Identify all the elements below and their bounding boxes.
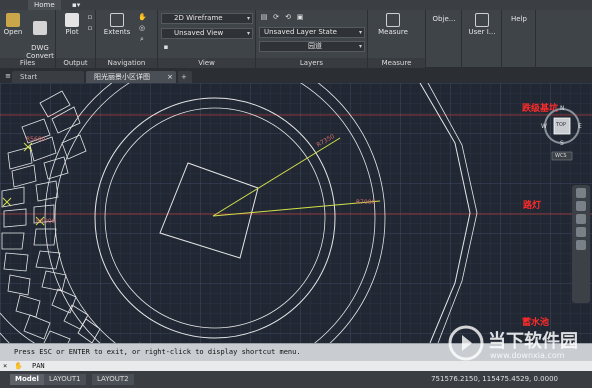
status-bar: Model LAYOUT1 LAYOUT2 751576.2150, 11547… xyxy=(0,371,592,388)
close-icon[interactable]: × xyxy=(167,71,173,83)
layer-properties-icon[interactable]: ▤ xyxy=(260,13,268,21)
wcs-menu[interactable]: WCS xyxy=(555,153,567,159)
preview-icon[interactable]: ▫ xyxy=(86,13,94,21)
dwg-convert-button[interactable]: DWG Convert xyxy=(26,13,54,60)
layer-state-select[interactable]: Unsaved Layer State ▾ xyxy=(259,27,365,38)
windows-icon xyxy=(475,13,489,27)
panel-title-measure: Measure xyxy=(368,58,425,68)
close-icon[interactable]: × xyxy=(3,362,7,370)
file-tab-start[interactable]: Start xyxy=(12,71,84,83)
compass-west[interactable]: W xyxy=(541,123,547,130)
panel-help: Help xyxy=(502,10,536,68)
layout-tab-layout2[interactable]: LAYOUT2 xyxy=(92,374,134,385)
layer-tool2-icon[interactable]: ⟲ xyxy=(284,13,292,21)
panel-title-output: Output xyxy=(56,58,95,68)
dimension-label-3: R5600 xyxy=(26,136,46,143)
open-button[interactable]: Open xyxy=(3,13,23,36)
drawing-canvas[interactable]: R7350 R7000 R5600 R3000 跌级基坑 路灯 蓄水池 xyxy=(0,83,592,343)
panel-objects: Obje... xyxy=(426,10,462,68)
watermark-url: www.downxia.com xyxy=(490,351,565,360)
help-button[interactable]: Help xyxy=(506,15,532,23)
steering-wheel-icon[interactable] xyxy=(576,188,586,198)
visual-style-select[interactable]: 2D Wireframe ▾ xyxy=(161,13,253,24)
ribbon-tab-bar: Home ▪▾ xyxy=(0,0,592,10)
panel-navigation: Extents ✋ ◎ ⌕ Navigation xyxy=(96,10,158,68)
compass-north[interactable]: N xyxy=(560,105,565,112)
panel-output: Plot ▫ ▫ Output xyxy=(56,10,96,68)
panel-layers: ▤ ⟳ ⟲ ▣ Unsaved Layer State ▾ 园道 ▾ Layers xyxy=(256,10,368,68)
panel-user-interface: User I... xyxy=(462,10,502,68)
viewcube-top-face[interactable]: TOP xyxy=(556,122,566,128)
coordinate-readout: 751576.2150, 115475.4529, 0.0000 xyxy=(431,375,558,383)
hand-icon: ✋ xyxy=(14,362,23,370)
ribbon-tab-overflow[interactable]: ▪▾ xyxy=(66,0,86,10)
measure-button[interactable]: Measure xyxy=(372,13,414,36)
file-tab-drawing[interactable]: 阳光丽景小区详图 × xyxy=(86,71,176,83)
zoom-extents-icon xyxy=(110,13,124,27)
objects-button[interactable]: Obje... xyxy=(430,15,458,23)
navigation-bar xyxy=(572,185,590,303)
plot-button[interactable]: Plot xyxy=(60,13,84,36)
extents-button[interactable]: Extents xyxy=(102,13,132,36)
panel-title-layers: Layers xyxy=(256,58,367,68)
showmotion-icon[interactable] xyxy=(576,240,586,250)
layer-tool-icon[interactable]: ⟳ xyxy=(272,13,280,21)
export-icon[interactable]: ▫ xyxy=(86,24,94,32)
new-tab-button[interactable]: + xyxy=(178,71,192,83)
dimension-label-2: R7000 xyxy=(356,199,376,206)
named-view-select[interactable]: Unsaved View ▾ xyxy=(161,28,253,39)
panel-files: Open DWG Convert Files xyxy=(0,10,56,68)
printer-icon xyxy=(65,13,79,27)
pan-icon[interactable] xyxy=(576,201,586,211)
drawing-label-2: 路灯 xyxy=(523,201,542,211)
panel-title-navigation: Navigation xyxy=(96,58,157,68)
watermark-logo xyxy=(448,325,484,361)
dimension-label-4: R3000 xyxy=(36,218,56,225)
layout-tab-model[interactable]: Model xyxy=(10,374,44,385)
panel-title-files: Files xyxy=(0,58,55,68)
view-icon[interactable]: ▪ xyxy=(162,43,170,51)
user-interface-button[interactable]: User I... xyxy=(466,13,498,36)
zoom-icon[interactable] xyxy=(576,214,586,224)
orbit-icon[interactable] xyxy=(576,227,586,237)
ribbon-tab-home[interactable]: Home xyxy=(28,0,61,10)
pan-icon[interactable]: ✋ xyxy=(138,13,147,21)
convert-icon xyxy=(33,21,47,35)
command-input[interactable]: PAN xyxy=(32,362,45,370)
zoom-icon[interactable]: ⌕ xyxy=(138,35,146,43)
watermark: 当下软件园 www.downxia.com xyxy=(448,321,588,369)
drawing-svg: R7350 R7000 R5600 R3000 xyxy=(0,83,592,343)
ruler-icon xyxy=(386,13,400,27)
panel-title-view: View xyxy=(158,58,255,68)
layout-tab-layout1[interactable]: LAYOUT1 xyxy=(44,374,86,385)
viewcube[interactable]: N S W E TOP WCS xyxy=(540,104,584,162)
menu-icon[interactable]: ≡ xyxy=(4,72,12,80)
layer-tool3-icon[interactable]: ▣ xyxy=(296,13,304,21)
folder-icon xyxy=(6,13,20,27)
compass-south[interactable]: S xyxy=(560,140,564,147)
panel-measure: Measure Measure xyxy=(368,10,426,68)
watermark-title: 当下软件园 xyxy=(488,331,578,352)
panel-view: 2D Wireframe ▾ Unsaved View ▾ ▪ View xyxy=(158,10,256,68)
file-tab-bar: ≡ Start 阳光丽景小区详图 × + xyxy=(0,68,592,83)
compass-east[interactable]: E xyxy=(578,123,582,130)
ribbon: Open DWG Convert Files Plot ▫ ▫ Output E… xyxy=(0,10,592,68)
orbit-icon[interactable]: ◎ xyxy=(138,24,146,32)
layer-select[interactable]: 园道 ▾ xyxy=(259,41,365,52)
